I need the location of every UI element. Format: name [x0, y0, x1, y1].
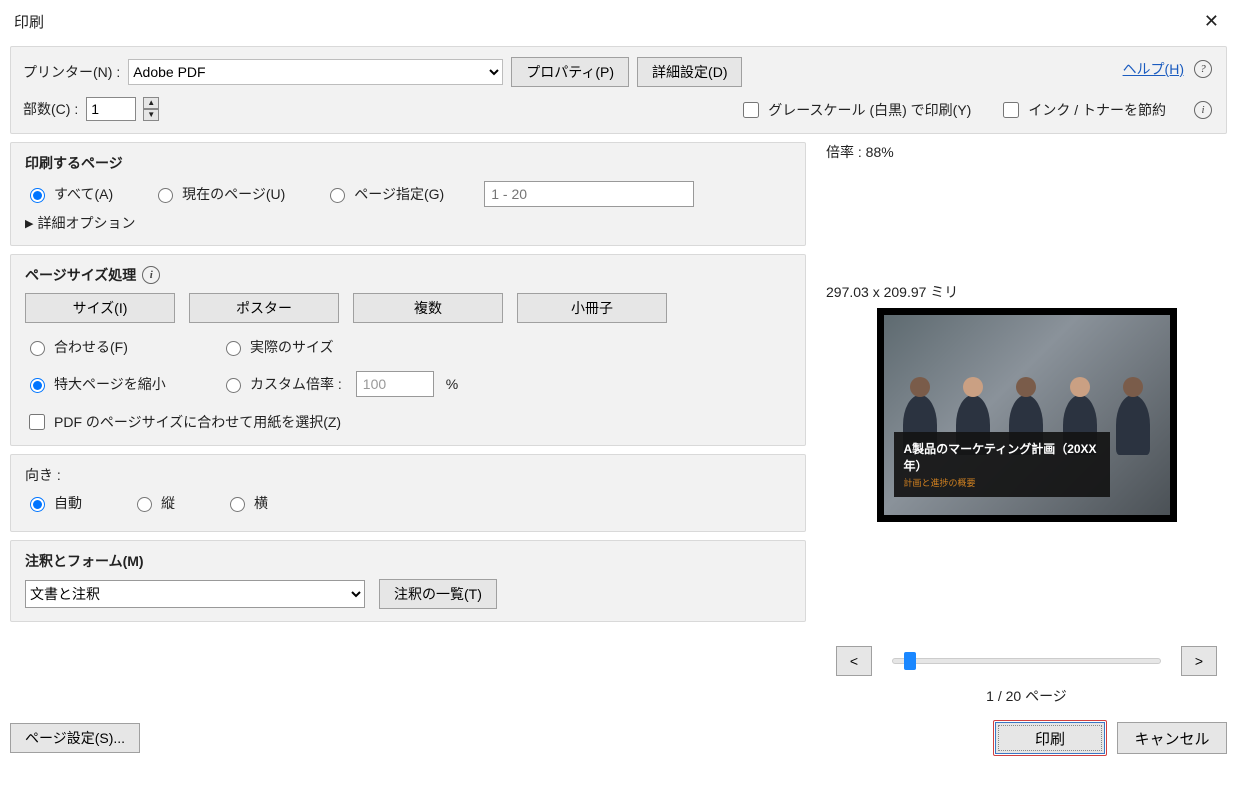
page-setup-button[interactable]: ページ設定(S)... — [10, 723, 140, 753]
printer-section: ヘルプ(H) ? プリンター(N) : Adobe PDF プロパティ(P) 詳… — [10, 46, 1227, 134]
orient-auto-radio[interactable]: 自動 — [25, 493, 82, 513]
sizing-actual-radio[interactable]: 実際のサイズ — [221, 337, 791, 357]
slider-thumb-icon[interactable] — [904, 652, 916, 670]
copies-input[interactable] — [86, 97, 136, 121]
percent-label: % — [446, 376, 458, 392]
comments-panel: 注釈とフォーム(M) 文書と注釈 注釈の一覧(T) — [10, 540, 806, 622]
grayscale-checkbox-input[interactable] — [743, 102, 759, 118]
pages-heading: 印刷するページ — [25, 153, 791, 173]
sizing-fit-radio[interactable]: 合わせる(F) — [25, 337, 221, 357]
advanced-settings-button[interactable]: 詳細設定(D) — [637, 57, 742, 87]
comments-heading: 注釈とフォーム(M) — [25, 551, 791, 571]
preview-caption: A製品のマーケティング計画（20XX年） 計画と進捗の概要 — [894, 432, 1110, 497]
properties-button[interactable]: プロパティ(P) — [511, 57, 629, 87]
print-preview: A製品のマーケティング計画（20XX年） 計画と進捗の概要 — [877, 308, 1177, 522]
pages-all-radio[interactable]: すべて(A) — [25, 184, 113, 204]
printer-select[interactable]: Adobe PDF — [128, 59, 503, 85]
sizing-size-button[interactable]: サイズ(I) — [25, 293, 175, 323]
preview-page-slider[interactable] — [892, 658, 1161, 664]
preview-next-button[interactable]: > — [1181, 646, 1217, 676]
page-sizing-panel: ページサイズ処理 i サイズ(I) ポスター 複数 小冊子 合わせる(F) — [10, 254, 806, 446]
sizing-heading: ページサイズ処理 — [25, 265, 136, 285]
triangle-right-icon: ▶ — [25, 217, 33, 230]
orient-landscape-radio[interactable]: 横 — [225, 493, 268, 513]
preview-scale-label: 倍率 : 88% — [826, 142, 1227, 162]
pages-current-radio[interactable]: 現在のページ(U) — [153, 184, 285, 204]
sizing-info-icon[interactable]: i — [142, 266, 160, 284]
close-icon[interactable]: ✕ — [1200, 8, 1223, 34]
save-ink-checkbox[interactable]: インク / トナーを節約 — [999, 99, 1166, 121]
pages-advanced-toggle[interactable]: ▶ 詳細オプション — [25, 213, 791, 233]
preview-caption-title: A製品のマーケティング計画（20XX年） — [904, 440, 1100, 474]
help-info-icon[interactable]: ? — [1194, 60, 1212, 78]
comments-select[interactable]: 文書と注釈 — [25, 580, 365, 608]
grayscale-label: グレースケール (白黒) で印刷(Y) — [768, 100, 971, 120]
sizing-booklet-button[interactable]: 小冊子 — [517, 293, 667, 323]
copies-down-icon[interactable]: ▼ — [143, 109, 159, 121]
match-paper-checkbox[interactable]: PDF のページサイズに合わせて用紙を選択(Z) — [25, 411, 791, 433]
preview-prev-button[interactable]: < — [836, 646, 872, 676]
pages-to-print-panel: 印刷するページ すべて(A) 現在のページ(U) ページ指定(G) — [10, 142, 806, 246]
custom-scale-input[interactable] — [356, 371, 434, 397]
sizing-poster-button[interactable]: ポスター — [189, 293, 339, 323]
ink-info-icon[interactable]: i — [1194, 101, 1212, 119]
preview-dimensions: 297.03 x 209.97 ミリ — [826, 282, 1227, 302]
printer-label: プリンター(N) : — [23, 62, 120, 82]
dialog-title: 印刷 — [14, 11, 44, 32]
preview-caption-sub: 計画と進捗の概要 — [904, 476, 1100, 489]
copies-label: 部数(C) : — [23, 99, 78, 119]
grayscale-checkbox[interactable]: グレースケール (白黒) で印刷(Y) — [739, 99, 971, 121]
page-range-input[interactable] — [484, 181, 694, 207]
print-button[interactable]: 印刷 — [995, 722, 1105, 754]
sizing-shrink-radio[interactable]: 特大ページを縮小 — [25, 374, 221, 394]
save-ink-checkbox-input[interactable] — [1003, 102, 1019, 118]
orientation-panel: 向き : 自動 縦 横 — [10, 454, 806, 532]
preview-page-counter: 1 / 20 ページ — [826, 686, 1227, 706]
help-link[interactable]: ヘルプ(H) — [1123, 59, 1184, 79]
orientation-heading: 向き : — [25, 465, 791, 485]
orient-portrait-radio[interactable]: 縦 — [132, 493, 175, 513]
sizing-custom-radio[interactable]: カスタム倍率 : % — [221, 371, 791, 397]
comments-summary-button[interactable]: 注釈の一覧(T) — [379, 579, 497, 609]
copies-up-icon[interactable]: ▲ — [143, 97, 159, 109]
save-ink-label: インク / トナーを節約 — [1028, 100, 1166, 120]
pages-range-radio[interactable]: ページ指定(G) — [325, 184, 444, 204]
sizing-multiple-button[interactable]: 複数 — [353, 293, 503, 323]
cancel-button[interactable]: キャンセル — [1117, 722, 1227, 754]
